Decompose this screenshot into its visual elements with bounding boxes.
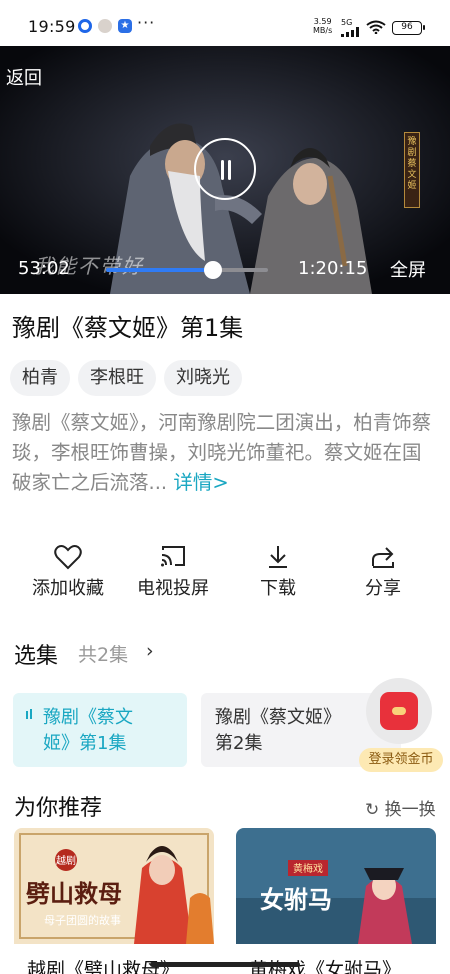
cast-tag[interactable]: 柏青 <box>10 360 70 396</box>
favorite-button[interactable]: 添加收藏 <box>13 540 123 600</box>
poster-lettering: 黄梅戏 女驸马 <box>260 862 332 914</box>
share-button[interactable]: 分享 <box>328 540 438 600</box>
action-bar: 添加收藏 电视投屏 下载 分享 <box>0 540 450 610</box>
app-notification-icon <box>78 19 92 33</box>
poster-title-text: 女驸马 <box>260 886 332 914</box>
video-title: 豫剧《蔡文姬》第1集 <box>12 314 244 342</box>
coin-label: 登录领金币 <box>359 748 443 772</box>
signal-type: 5G <box>341 18 353 27</box>
current-time: 53:02 <box>18 258 70 279</box>
recommend-card-2[interactable]: 黄梅戏 女驸马 <box>236 828 436 974</box>
episode-card-1-line2: 姬》第1集 <box>43 733 127 754</box>
progress-fill <box>106 268 213 272</box>
pause-button[interactable] <box>194 138 256 200</box>
poster-tag-text: 黄梅戏 <box>293 862 323 875</box>
chevron-right-icon[interactable]: › <box>146 640 154 662</box>
recommend-section-title: 为你推荐 <box>14 796 103 821</box>
tv-cast-label: 电视投屏 <box>137 578 209 599</box>
episode-card-1-line1: 豫剧《蔡文 <box>43 707 133 728</box>
fullscreen-button[interactable]: 全屏 <box>390 256 426 282</box>
cast-tag[interactable]: 刘晓光 <box>164 360 242 396</box>
refresh-button[interactable]: ↻ 换一换 <box>365 795 436 820</box>
red-envelope-icon <box>380 692 418 730</box>
refresh-label: 换一换 <box>384 800 436 820</box>
progress-bar[interactable] <box>106 261 268 279</box>
login-coin-widget[interactable]: 登录领金币 <box>357 678 445 774</box>
status-bar: 19:59 ★ ··· 3.59 MB/s 5G 96 <box>0 0 450 46</box>
network-speed: 3.59 MB/s <box>313 17 332 35</box>
recommend-card-1[interactable]: 越剧 劈山救母 母子团圆的故事 <box>14 828 214 974</box>
home-indicator[interactable] <box>150 962 300 967</box>
status-time: 19:59 <box>28 17 76 36</box>
more-notifications-icon: ··· <box>137 13 156 32</box>
network-speed-value: 3.59 <box>313 17 332 26</box>
episodes-section-title: 选集 <box>14 644 59 669</box>
video-player[interactable]: 豫剧 蔡文姬 返回 我能不带好 53:02 1:20:15 全屏 <box>0 46 450 294</box>
share-icon <box>372 547 394 568</box>
episode-card-1[interactable]: 豫剧《蔡文 姬》第1集 <box>13 693 187 767</box>
poster-title-text: 劈山救母 <box>26 880 122 908</box>
network-speed-unit: MB/s <box>313 26 333 35</box>
poster-lettering: 越剧 劈山救母 母子团圆的故事 <box>26 854 122 927</box>
cellular-signal-icon: 5G <box>341 18 359 37</box>
favorite-label: 添加收藏 <box>32 578 104 599</box>
back-button[interactable]: 返回 <box>6 64 42 90</box>
episode-count[interactable]: 共2集 <box>78 640 128 667</box>
total-time: 1:20:15 <box>298 258 368 279</box>
cast-icon <box>161 546 185 567</box>
details-link[interactable]: 详情> <box>173 471 228 494</box>
refresh-icon: ↻ <box>365 800 380 820</box>
download-icon <box>269 546 287 568</box>
poster-tag-text: 越剧 <box>56 854 76 867</box>
drama-title-banner: 豫剧 蔡文姬 <box>404 132 420 208</box>
share-label: 分享 <box>365 578 401 599</box>
tv-cast-button[interactable]: 电视投屏 <box>118 540 228 600</box>
download-label: 下载 <box>260 578 296 599</box>
poster-subtitle-text: 母子团圆的故事 <box>44 913 121 927</box>
avatar-notification-icon <box>98 19 112 33</box>
cast-tag[interactable]: 李根旺 <box>78 360 156 396</box>
playing-icon <box>26 709 32 719</box>
heart-icon <box>54 545 82 570</box>
star-notification-icon: ★ <box>118 19 132 33</box>
video-description: 豫剧《蔡文姬》，河南豫剧院二团演出，柏青饰蔡琰，李根旺饰曹操，刘晓光饰董祀。蔡文… <box>12 408 440 498</box>
cast-tags: 柏青 李根旺 刘晓光 <box>10 360 242 396</box>
progress-handle[interactable] <box>203 261 222 279</box>
battery-icon: 96 <box>392 21 425 35</box>
wifi-icon <box>366 20 386 34</box>
download-button[interactable]: 下载 <box>223 540 333 600</box>
